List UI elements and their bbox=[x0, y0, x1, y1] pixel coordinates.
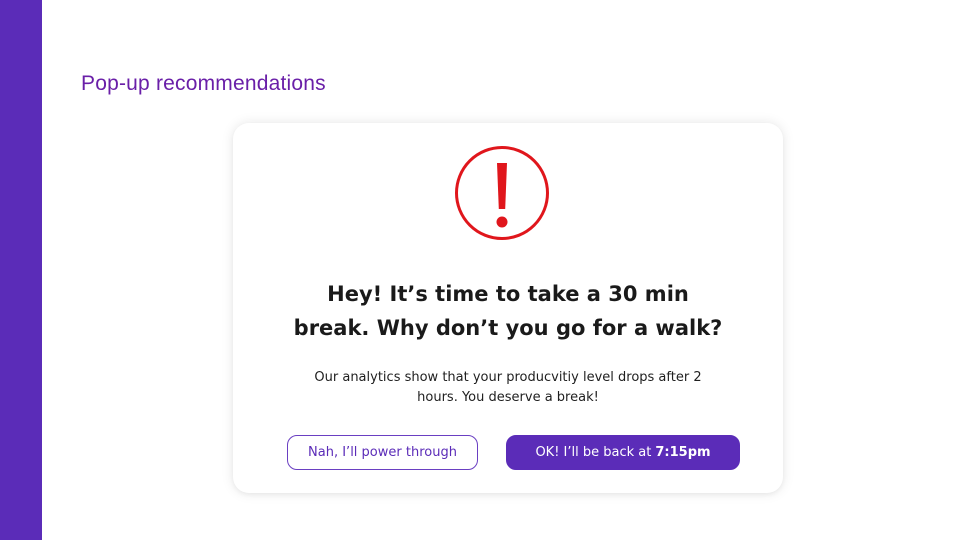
popup-message: Our analytics show that your producvitiy… bbox=[233, 368, 783, 408]
accept-button-time: 7:15pm bbox=[655, 445, 711, 460]
accept-break-button[interactable]: OK! I’ll be back at 7:15pm bbox=[506, 435, 740, 470]
popup-headline-line-2: break. Why don’t you go for a walk? bbox=[293, 316, 723, 340]
popup-message-line-1: Our analytics show that your producvitiy… bbox=[314, 370, 702, 385]
popup-headline: Hey! It’s time to take a 30 min break. W… bbox=[233, 277, 783, 345]
popup-dialog: Hey! It’s time to take a 30 min break. W… bbox=[233, 123, 783, 493]
slide: Pop-up recommendations Hey! It’s time to… bbox=[0, 0, 960, 540]
decline-button[interactable]: Nah, I’ll power through bbox=[287, 435, 478, 470]
exclamation-circle-icon bbox=[455, 146, 549, 240]
accept-button-label: OK! I’ll be back at bbox=[535, 445, 652, 460]
side-accent-bar bbox=[0, 0, 42, 540]
popup-message-line-2: hours. You deserve a break! bbox=[417, 390, 599, 405]
popup-headline-line-1: Hey! It’s time to take a 30 min bbox=[327, 282, 689, 306]
decline-button-label: Nah, I’ll power through bbox=[308, 445, 457, 460]
slide-title: Pop-up recommendations bbox=[81, 72, 326, 95]
